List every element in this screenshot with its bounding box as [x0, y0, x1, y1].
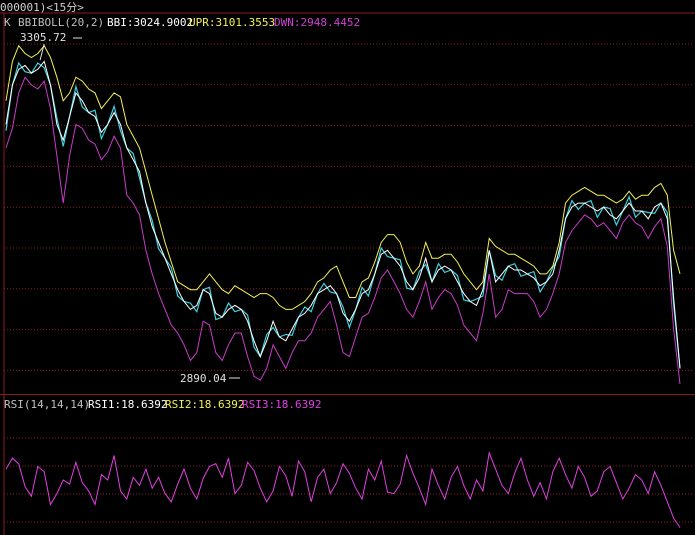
high-marker-line: [39, 43, 45, 61]
main-panel-legend: K BBIBOLL(20,2) BBI:3024.9002 UPR:3101.3…: [4, 16, 694, 30]
low-price-label: 2890.04: [180, 372, 227, 385]
upr-value: UPR:3101.3553: [189, 16, 276, 29]
window-title: 000001)<15分>: [0, 1, 84, 14]
rsi-line-rsi1: [5, 450, 681, 528]
indicator-name: BBIBOLL(20,2): [18, 16, 105, 29]
rsi2-value: RSI2:18.6392: [165, 398, 245, 411]
series-line-bbi: [5, 60, 681, 369]
rsi-panel-legend: RSI(14,14,14) RSI1:18.6392 RSI2:18.6392 …: [4, 398, 694, 412]
rsi1-value: RSI1:18.6392: [88, 398, 168, 411]
window-title-bar: 000001)<15分>: [0, 0, 695, 14]
series-line-dwn: [5, 76, 681, 385]
period-indicator: K: [4, 16, 11, 29]
dwn-value: DWN:2948.4452: [274, 16, 361, 29]
chart-window: 3305.72 2890.04 000001)<15分> K BBIBOLL(20…: [0, 0, 695, 535]
rsi-name: RSI(14,14,14): [4, 398, 91, 411]
price-line: [5, 61, 681, 369]
rsi3-value: RSI3:18.6392: [242, 398, 322, 411]
chart-canvas: 3305.722890.04: [0, 12, 695, 535]
bbi-value: BBI:3024.9002: [107, 16, 194, 29]
